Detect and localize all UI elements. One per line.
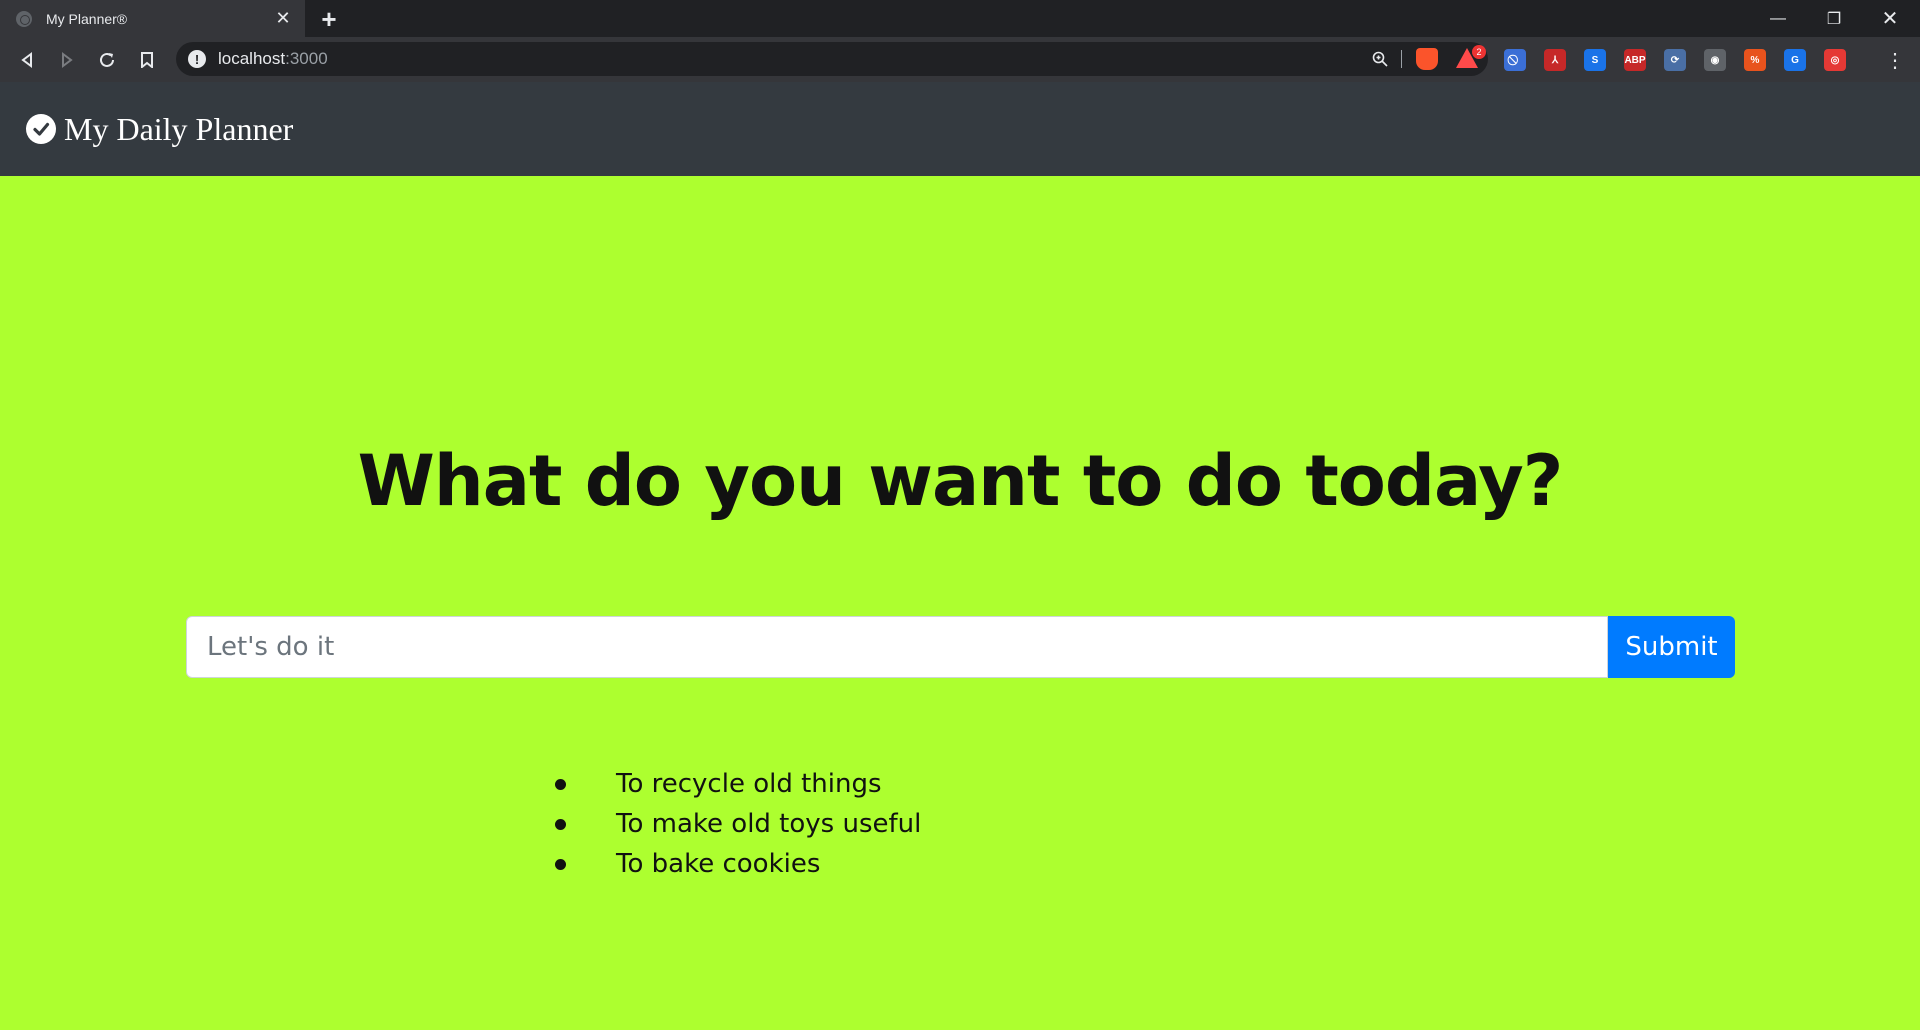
zoom-icon[interactable]	[1370, 49, 1390, 69]
bookmark-button[interactable]	[132, 45, 162, 75]
check-circle-icon	[26, 114, 56, 144]
todo-item[interactable]: To recycle old things	[555, 764, 921, 804]
brave-shields-icon[interactable]	[1416, 48, 1438, 70]
forward-arrow-icon	[62, 52, 73, 68]
notification-icon[interactable]: ◎	[1824, 49, 1846, 71]
minimize-button[interactable]: —	[1750, 0, 1806, 37]
browser-tabstrip: My Planner® ✕ + — ❐ ✕	[0, 0, 1920, 37]
todo-input[interactable]	[186, 616, 1608, 678]
todo-text: To make old toys useful	[616, 809, 922, 839]
site-info-icon[interactable]: !	[188, 50, 206, 68]
browser-menu-button[interactable]: ⋮	[1880, 45, 1910, 75]
todo-text: To bake cookies	[616, 849, 821, 879]
todo-item[interactable]: To make old toys useful	[555, 804, 921, 844]
divider	[1401, 50, 1402, 68]
bullet-icon	[555, 858, 566, 870]
close-window-button[interactable]: ✕	[1862, 0, 1918, 37]
rewards-badge: 2	[1472, 45, 1486, 59]
page-heading: What do you want to do today?	[357, 440, 1564, 522]
forward-button[interactable]	[52, 45, 82, 75]
translate-icon[interactable]: G	[1784, 49, 1806, 71]
browser-toolbar: ! localhost :3000 2 ⃠ ⅄ S ABP ⟳ ◉% G ◎ ⋮	[0, 37, 1920, 82]
globe-icon	[16, 10, 32, 27]
back-arrow-icon	[21, 52, 32, 68]
url-host: localhost	[218, 49, 286, 68]
todo-text: To recycle old things	[616, 769, 882, 799]
pdf-icon[interactable]: ⅄	[1544, 49, 1566, 71]
address-bar[interactable]: ! localhost :3000 2	[176, 42, 1488, 76]
todo-item[interactable]: To bake cookies	[555, 844, 921, 884]
url-port: :3000	[285, 49, 328, 68]
todo-list: To recycle old things To make old toys us…	[555, 764, 921, 884]
browser-tab[interactable]: My Planner® ✕	[0, 0, 305, 37]
app-navbar: My Daily Planner	[0, 82, 1920, 176]
restore-button[interactable]: ❐	[1806, 0, 1862, 37]
bullet-icon	[555, 778, 566, 790]
adblock-plus-icon[interactable]: ABP	[1624, 49, 1646, 71]
s-extension-icon[interactable]: S	[1584, 49, 1606, 71]
reload-icon	[100, 52, 114, 67]
tab-close-icon[interactable]: ✕	[271, 7, 295, 31]
submit-button[interactable]: Submit	[1608, 616, 1735, 678]
brand-title[interactable]: My Daily Planner	[64, 111, 293, 148]
tab-title: My Planner®	[46, 10, 128, 27]
bookmark-icon	[141, 52, 153, 68]
camera-icon[interactable]: ◉	[1704, 49, 1726, 71]
bullet-icon	[555, 818, 566, 830]
new-tab-button[interactable]: +	[315, 4, 343, 34]
block-icon[interactable]: ⃠	[1504, 49, 1526, 71]
percent-icon[interactable]: %	[1744, 49, 1766, 71]
reload-button[interactable]	[92, 45, 122, 75]
todo-form: Submit	[186, 616, 1735, 678]
back-button[interactable]	[12, 45, 42, 75]
sync-icon[interactable]: ⟳	[1664, 49, 1686, 71]
